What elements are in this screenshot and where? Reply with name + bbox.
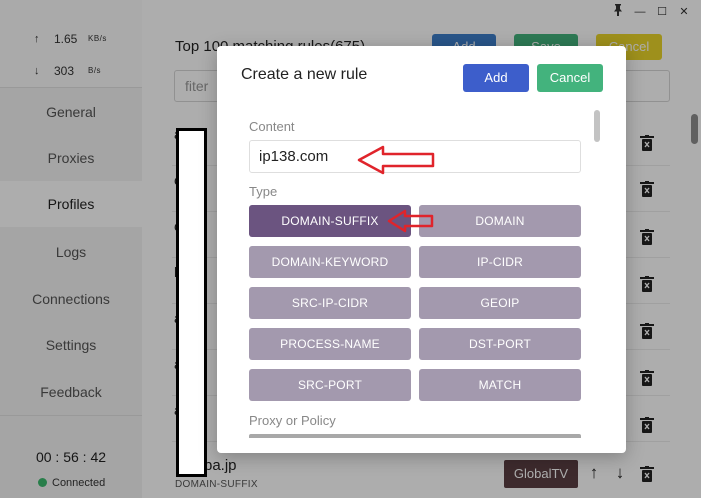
- dialog-add-button[interactable]: Add: [463, 64, 529, 92]
- redaction-box: [176, 128, 207, 477]
- type-domain[interactable]: DOMAIN: [419, 205, 581, 237]
- content-label: Content: [249, 119, 295, 134]
- type-src-port[interactable]: SRC-PORT: [249, 369, 411, 401]
- dialog-scrollbar[interactable]: [594, 110, 600, 142]
- dialog-cancel-button[interactable]: Cancel: [537, 64, 603, 92]
- dialog-title: Create a new rule: [241, 66, 368, 83]
- proxy-policy-select[interactable]: [249, 434, 581, 438]
- type-ip-cidr[interactable]: IP-CIDR: [419, 246, 581, 278]
- type-label: Type: [249, 184, 278, 199]
- type-src-ip-cidr[interactable]: SRC-IP-CIDR: [249, 287, 411, 319]
- type-dst-port[interactable]: DST-PORT: [419, 328, 581, 360]
- create-rule-dialog: Create a new rule Add Cancel Content ip1…: [217, 46, 626, 453]
- type-domain-keyword[interactable]: DOMAIN-KEYWORD: [249, 246, 411, 278]
- annotation-arrow-icon: [357, 145, 435, 175]
- type-geoip[interactable]: GEOIP: [419, 287, 581, 319]
- type-process-name[interactable]: PROCESS-NAME: [249, 328, 411, 360]
- type-match[interactable]: MATCH: [419, 369, 581, 401]
- proxy-policy-label: Proxy or Policy: [249, 413, 336, 428]
- annotation-arrow-icon: [387, 209, 434, 233]
